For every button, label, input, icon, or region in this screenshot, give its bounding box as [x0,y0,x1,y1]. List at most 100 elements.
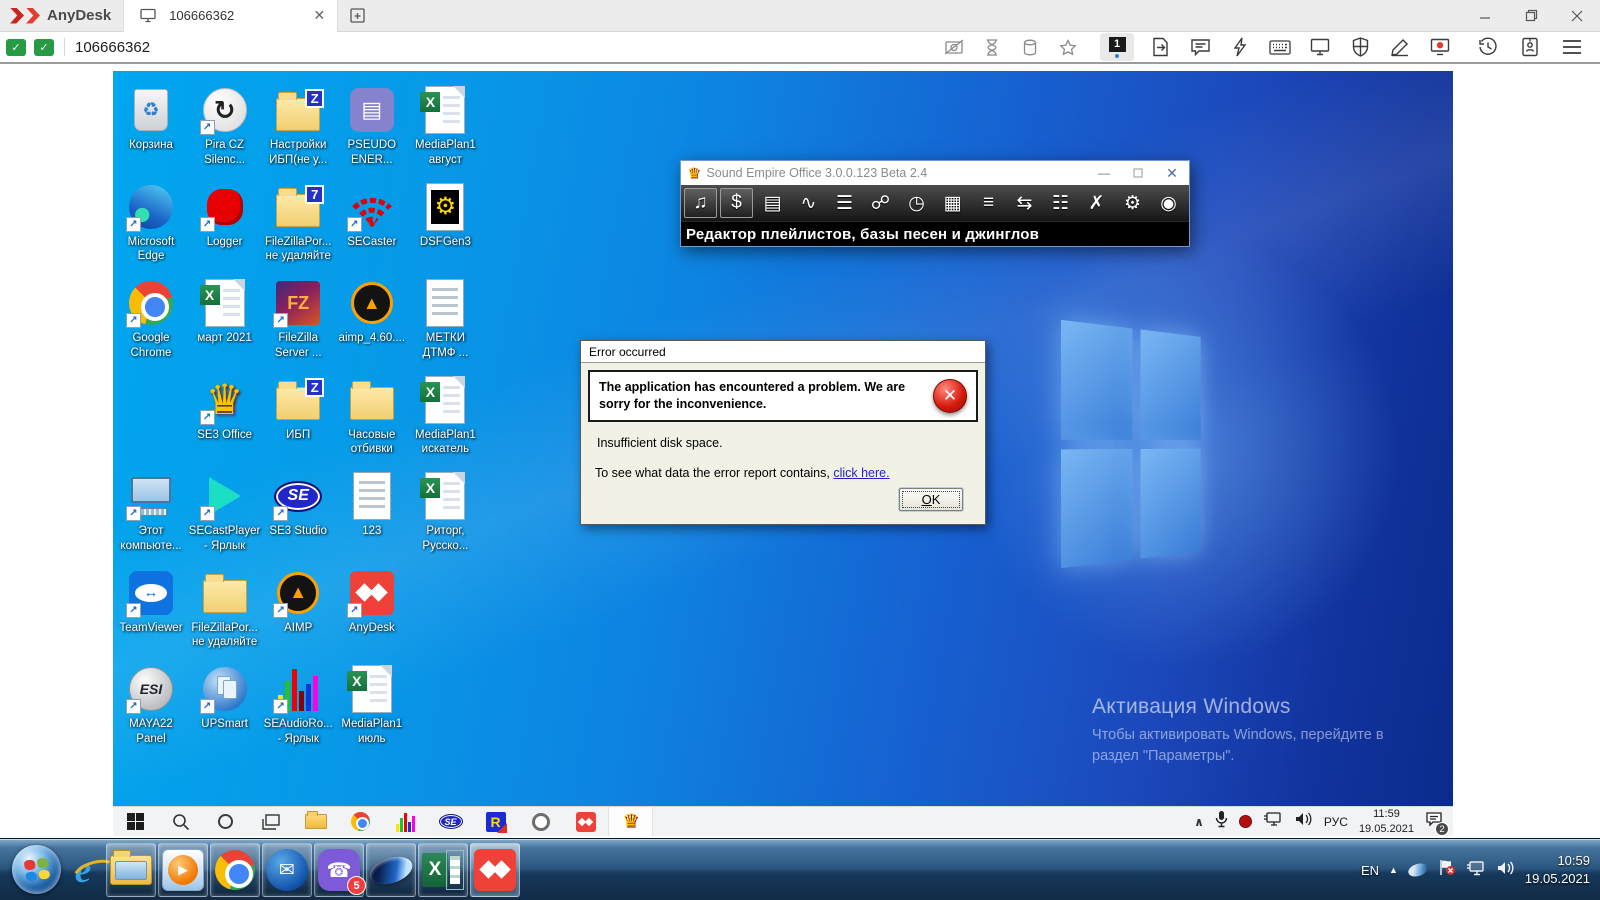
display-button[interactable] [1308,35,1332,59]
click-here-link[interactable]: click here. [833,466,889,480]
desktop-icon-crown-15[interactable]: ♛↗SE3 Office [187,375,263,443]
monitor-select-button[interactable]: 1 [1100,33,1134,61]
recording-indicator-icon[interactable] [1239,815,1252,828]
host-taskbar-swoosh-button[interactable] [366,843,416,897]
se-transfer-button[interactable]: ⇆ [1008,188,1041,218]
host-clock[interactable]: 10:5919.05.2021 [1525,852,1590,887]
desktop-icon-recycle-bin-0[interactable]: ♻Корзина [113,85,189,153]
host-taskbar-thunderbird-button[interactable]: ✉ [262,843,312,897]
se-waveform-button[interactable]: ∿ [792,188,825,218]
whiteboard-button[interactable] [1388,35,1412,59]
se-satellite-button[interactable]: ☍ [864,188,897,218]
remote-screen[interactable]: ♻Корзина↻↗Pira CZ Silenc...ZНастройки ИБ… [113,71,1453,836]
desktop-icon-folder-25[interactable]: FileZillaPor... не удаляйте [187,568,263,651]
restore-button[interactable] [1508,0,1554,32]
desktop-icon-folder-17[interactable]: Часовые отбивки [334,375,410,458]
se-log-button[interactable]: ≡ [972,188,1005,218]
remote-taskbar-anydesk-button[interactable] [563,807,608,837]
volume-icon[interactable] [1294,811,1313,832]
menu-button[interactable] [1560,35,1584,59]
desktop-icon-edge-5[interactable]: ↗Microsoft Edge [113,182,189,265]
host-taskbar-explorer-button[interactable] [106,843,156,897]
remote-taskbar-search-button[interactable] [158,807,203,837]
remote-taskbar-r-app-button[interactable]: R [473,807,518,837]
se-money-button[interactable]: $ [720,188,753,218]
host-taskbar-anydesk-button[interactable] [470,843,520,897]
remote-taskbar-bars-button[interactable] [383,807,428,837]
se-view-button[interactable]: ◉ [1152,188,1185,218]
se-playlist-button[interactable]: ☰ [828,188,861,218]
desktop-icon-excel-4[interactable]: XMediaPlan1 август [407,85,483,168]
remote-taskbar-crown-button[interactable]: ♛ [608,807,653,837]
remote-taskbar-s-app-button[interactable] [518,807,563,837]
desktop-icon-filezilla-12[interactable]: FZ↗FileZilla Server ... [260,278,336,361]
se-close-button[interactable]: ✕ [1155,161,1189,185]
remote-taskbar-se-button[interactable]: SE [428,807,473,837]
se-settings-button[interactable]: ⚙ [1116,188,1149,218]
desktop-icon-folder-z-2[interactable]: ZНастройки ИБП(не у... [260,85,336,168]
se-document-button[interactable]: ▤ [756,188,789,218]
se-minimize-button[interactable]: — [1087,161,1121,185]
screenshot-blocked-icon[interactable] [942,35,966,59]
remote-taskbar-cortana-button[interactable] [203,807,248,837]
desktop-icon-blob-6[interactable]: ↗Logger [187,182,263,250]
desktop-icon-gear-doc-9[interactable]: ⚙DSFGen3 [407,182,483,250]
se-music-button[interactable]: ♫ [684,188,717,218]
microphone-icon[interactable] [1215,810,1228,833]
file-transfer-button[interactable] [1148,35,1172,59]
tray-expand-icon[interactable]: ∧ [1194,815,1204,829]
remote-taskbar-folder-button[interactable] [293,807,338,837]
chat-button[interactable] [1188,35,1212,59]
actions-button[interactable] [1228,35,1252,59]
host-taskbar-chrome-button[interactable] [210,843,260,897]
host-tray-expand-icon[interactable]: ▲ [1389,865,1398,875]
host-taskbar-ie-button[interactable]: e [58,843,108,897]
host-tray-app-icon[interactable] [1407,861,1430,879]
desktop-icon-excel-18[interactable]: XMediaPlan1 искатель [407,375,483,458]
host-taskbar-wmp-button[interactable]: ▶ [158,843,208,897]
desktop-icon-upsmart-29[interactable]: ↗UPSmart [187,664,263,732]
se-maximize-button[interactable] [1121,161,1155,185]
favorites-star-icon[interactable] [1056,35,1080,59]
close-button[interactable] [1554,0,1600,32]
hourglass-icon[interactable] [980,35,1004,59]
session-tab[interactable]: 106666362 ✕ [123,0,338,32]
desktop-icon-anydesk-27[interactable]: ↗AnyDesk [334,568,410,636]
address-book-button[interactable] [1518,35,1542,59]
desktop-icon-se-oval-21[interactable]: SE↗SE3 Studio [260,471,336,539]
remote-clock[interactable]: 11:5919.05.2021 [1359,807,1414,836]
remote-taskbar-chrome-button[interactable] [338,807,383,837]
host-language-indicator[interactable]: EN [1361,863,1379,878]
language-indicator[interactable]: РУС [1324,815,1348,829]
desktop-icon-bars-30[interactable]: ↗SEAudioRo... - Ярлык [260,664,336,747]
host-network-icon[interactable] [1466,860,1486,881]
tab-close-icon[interactable]: ✕ [313,7,325,24]
host-taskbar-excel-button[interactable]: X [418,843,468,897]
history-button[interactable] [1476,35,1500,59]
se-tools-button[interactable]: ✗ [1080,188,1113,218]
address-field[interactable]: ✓ 106666362 [34,35,1094,59]
host-taskbar-viber-button[interactable]: ☎5 [314,843,364,897]
desktop-icon-text-doc-22[interactable]: 123 [334,471,410,539]
desktop-icon-folder-z-16[interactable]: ZИБП [260,375,336,443]
se-grid-button[interactable]: ▦ [936,188,969,218]
sound-empire-window[interactable]: ♛ Sound Empire Office 3.0.0.123 Beta 2.4… [680,160,1190,247]
record-button[interactable] [1428,35,1452,59]
desktop-icon-aimp-26[interactable]: ▲↗AIMP [260,568,336,636]
desktop-icon-wifi-red-8[interactable]: ↗SECaster [334,182,410,250]
address-value[interactable]: 106666362 [75,39,150,56]
se-database-button[interactable]: ☷ [1044,188,1077,218]
new-session-button[interactable] [338,0,378,32]
desktop-icon-chrome-10[interactable]: ↗Google Chrome [113,278,189,361]
desktop-icon-esi-28[interactable]: ESI↗MAYA22 Panel [113,664,189,747]
desktop-icon-aimp-13[interactable]: ▲aimp_4.60.... [334,278,410,346]
desktop-icon-play-20[interactable]: ↗SECastPlayer - Ярлык [187,471,263,554]
host-volume-icon[interactable] [1496,860,1515,881]
desktop-icon-excel-23[interactable]: XРиторг, Русско... [407,471,483,554]
keyboard-button[interactable] [1268,35,1292,59]
action-center-flag-icon[interactable] [1438,859,1456,881]
sound-empire-titlebar[interactable]: ♛ Sound Empire Office 3.0.0.123 Beta 2.4… [681,161,1189,185]
action-center-icon[interactable]: 2 [1425,811,1443,832]
desktop-icon-excel-31[interactable]: XMediaPlan1 июль [334,664,410,747]
desktop-icon-teamviewer-24[interactable]: ↔↗TeamViewer [113,568,189,636]
